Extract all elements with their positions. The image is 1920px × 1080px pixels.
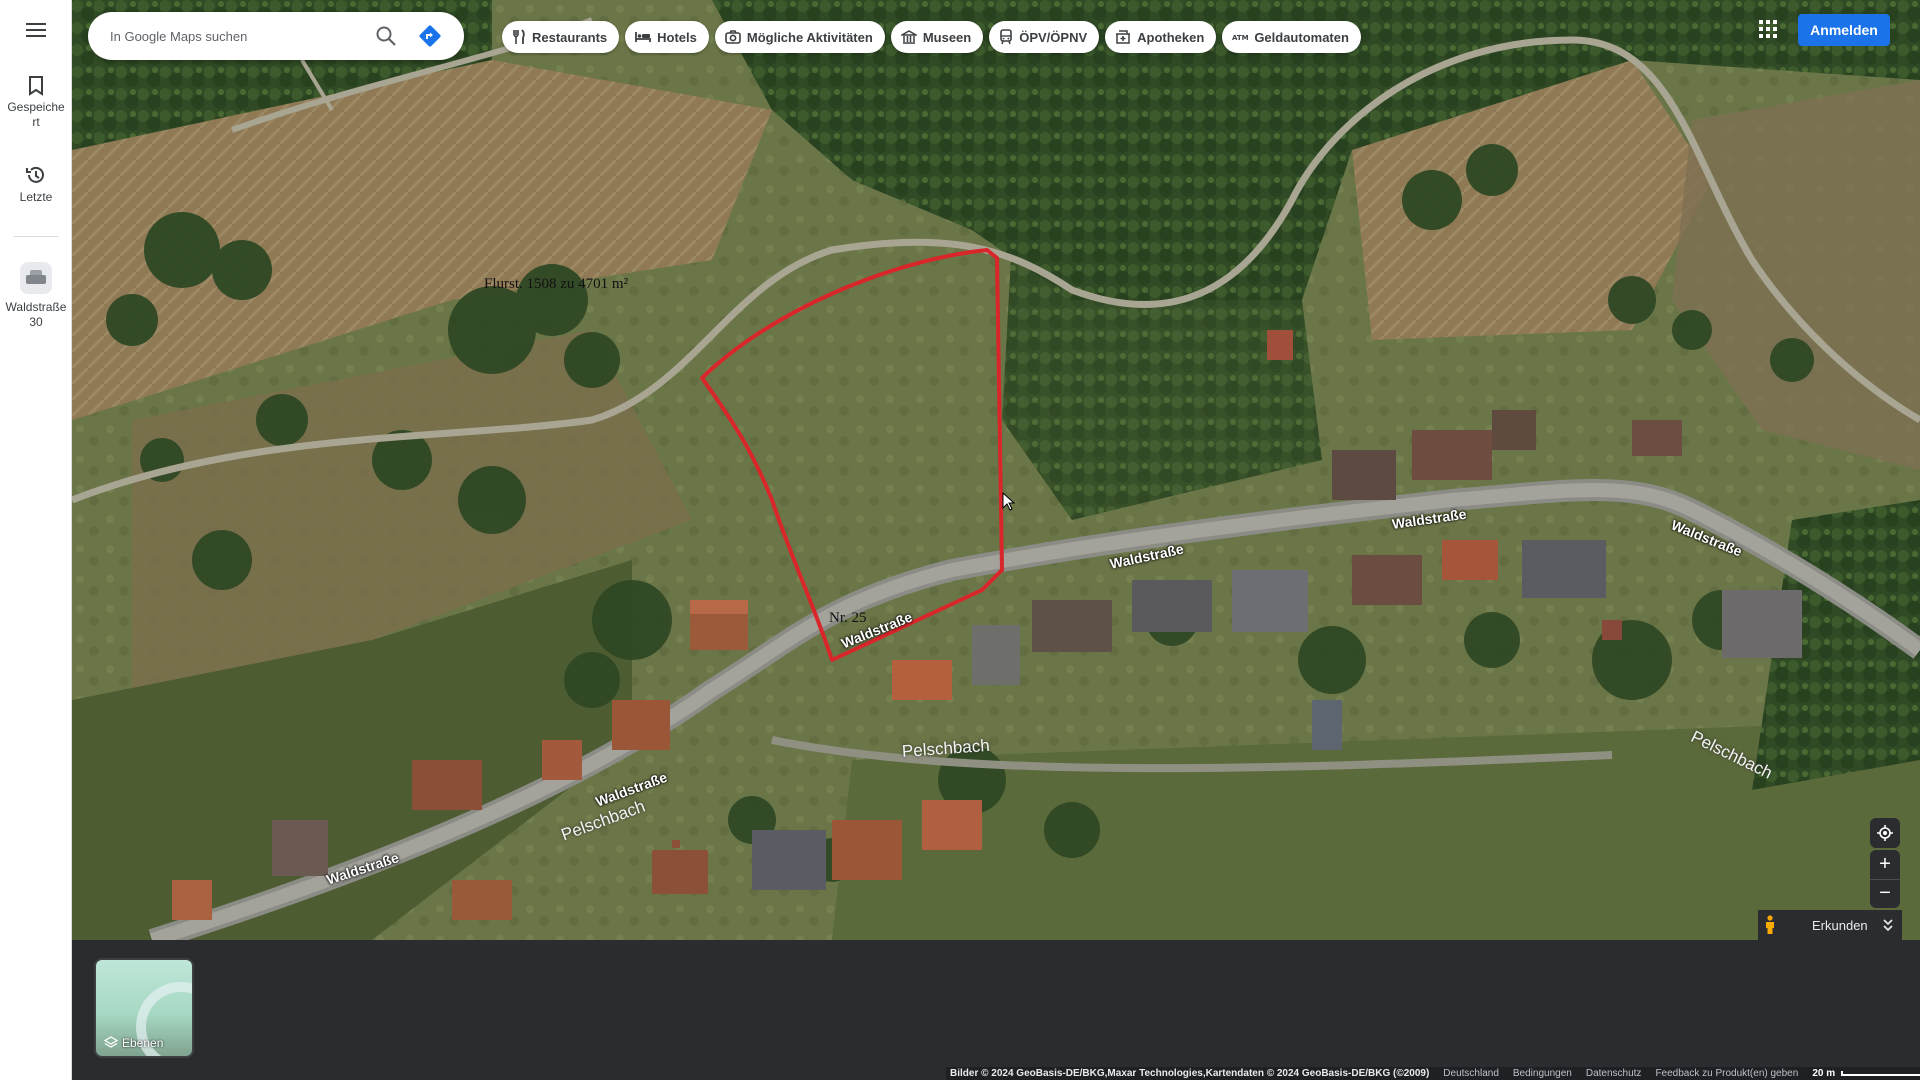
transit-icon — [1000, 29, 1013, 45]
privacy-link[interactable]: Datenschutz — [1586, 1068, 1642, 1079]
layers-label-row: Ebenen — [104, 1036, 163, 1050]
terms-link[interactable]: Bedingungen — [1513, 1068, 1572, 1079]
chip-restaurants[interactable]: Restaurants — [502, 21, 620, 53]
category-chips: Restaurants Hotels Mögliche Aktivitäten … — [502, 21, 1361, 53]
zoom-out-button[interactable]: − — [1870, 879, 1900, 908]
chip-hotels[interactable]: Hotels — [625, 21, 709, 53]
recent-label: Letzte — [19, 190, 53, 204]
pharmacy-icon — [1116, 30, 1131, 44]
chip-label: ÖPV/ÖPNV — [1019, 29, 1088, 45]
saved-button[interactable]: Gespeichert — [0, 76, 72, 130]
chip-label: Geldautomaten — [1254, 29, 1349, 45]
layers-icon — [104, 1036, 118, 1048]
camera-icon — [725, 30, 741, 44]
maps-app: Gespeichert Letzte Waldstraße 30 Flurst.… — [0, 0, 1920, 1080]
my-location-button[interactable] — [1870, 818, 1900, 848]
feedback-link[interactable]: Feedback zu Produkt(en) geben — [1655, 1068, 1798, 1079]
hamburger-menu-icon — [26, 23, 46, 37]
explore-bar[interactable]: Erkunden — [1782, 910, 1902, 940]
chip-museums[interactable]: Museen — [890, 21, 984, 53]
signin-button[interactable]: Anmelden — [1798, 14, 1890, 46]
bed-icon — [635, 32, 652, 42]
street-view-pegman[interactable] — [1758, 910, 1782, 940]
pegman-icon — [1766, 915, 1774, 934]
search-button[interactable] — [374, 24, 398, 48]
explore-label: Erkunden — [1812, 917, 1868, 933]
house-number-label: Nr. 25 — [829, 610, 867, 626]
search-icon — [376, 26, 396, 46]
zoom-control: + − — [1870, 850, 1900, 908]
my-location-icon — [1877, 825, 1893, 841]
recent-button[interactable]: Letzte — [0, 164, 72, 205]
layers-label: Ebenen — [122, 1036, 164, 1050]
google-apps-button[interactable] — [1756, 17, 1780, 41]
atm-icon: ATM — [1232, 34, 1248, 42]
map-attribution: Bilder © 2024 GeoBasis-DE/BKG,Maxar Tech… — [950, 1068, 1430, 1079]
mouse-cursor-icon — [1002, 492, 1016, 511]
zoom-in-button[interactable]: + — [1870, 850, 1900, 879]
recent-place-button[interactable]: Waldstraße 30 — [0, 262, 72, 330]
country-link[interactable]: Deutschland — [1443, 1068, 1499, 1079]
chevron-down-icon — [1883, 919, 1893, 932]
directions-button[interactable] — [418, 24, 442, 48]
scale-label: 20 m — [1812, 1068, 1836, 1079]
menu-button[interactable] — [0, 22, 72, 50]
parcel-label: Flurst. 1508 zu 4701 m² — [484, 276, 629, 292]
chip-pharmacies[interactable]: Apotheken — [1105, 21, 1217, 53]
layers-button[interactable]: Ebenen — [94, 958, 194, 1058]
recent-place-label: Waldstraße 30 — [5, 300, 67, 329]
apps-grid-icon — [1759, 20, 1777, 38]
history-icon — [26, 166, 44, 183]
svg-text:ATM: ATM — [1232, 34, 1248, 42]
chip-label: Apotheken — [1137, 29, 1205, 45]
chip-atms[interactable]: ATM Geldautomaten — [1222, 21, 1361, 53]
chip-label: Hotels — [657, 29, 697, 45]
left-rail: Gespeichert Letzte Waldstraße 30 — [0, 0, 72, 1080]
fork-knife-icon — [513, 29, 525, 44]
chip-activities[interactable]: Mögliche Aktivitäten — [714, 21, 885, 53]
satellite-map[interactable]: Flurst. 1508 zu 4701 m² Nr. 25 Waldstraß… — [72, 0, 1920, 940]
chip-transit[interactable]: ÖPV/ÖPNV — [989, 21, 1100, 53]
satellite-imagery — [72, 0, 1920, 940]
search-input[interactable] — [110, 24, 360, 48]
saved-label: Gespeichert — [7, 100, 65, 129]
chip-label: Museen — [922, 29, 972, 45]
scale-indicator[interactable]: 20 m — [1812, 1068, 1920, 1079]
museum-icon — [900, 30, 917, 44]
directions-icon — [419, 25, 441, 47]
attribution-footer: Bilder © 2024 GeoBasis-DE/BKG,Maxar Tech… — [946, 1067, 1920, 1080]
chip-label: Mögliche Aktivitäten — [746, 29, 873, 45]
bookmark-icon — [29, 76, 43, 96]
chip-label: Restaurants — [532, 29, 608, 45]
search-box — [88, 12, 464, 60]
scale-bar — [1841, 1071, 1920, 1076]
bottom-panel: Ebenen — [72, 940, 1920, 1080]
place-thumbnail — [20, 262, 52, 294]
rail-divider — [14, 236, 58, 237]
